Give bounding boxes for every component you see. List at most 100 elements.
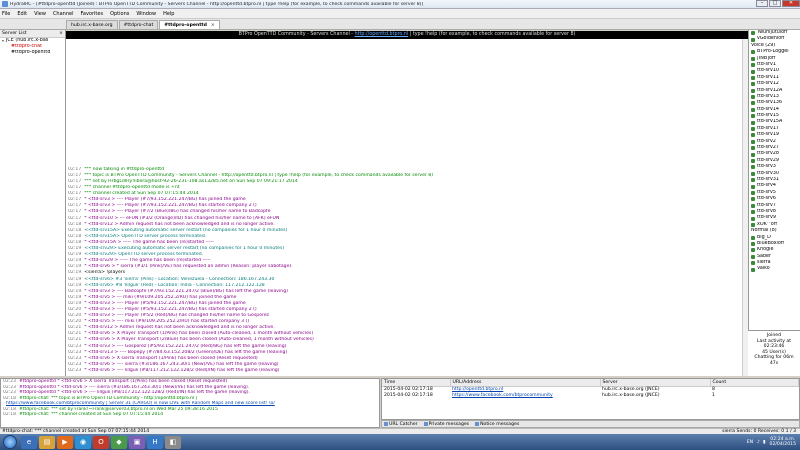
volume-icon[interactable]: ♪ <box>757 440 760 445</box>
user-icon <box>751 184 755 189</box>
network-icon[interactable]: ▮ <box>763 440 766 445</box>
timestamp: 02:21 <box>68 325 82 331</box>
app-gray-icon[interactable]: ◧ <box>165 435 181 449</box>
minimize-button[interactable]: – <box>756 0 768 7</box>
message-text: #ttdpro-openttd * <ttd-srv6 > ---- sierr… <box>18 384 250 390</box>
language-indicator[interactable]: EN <box>747 440 753 445</box>
timestamp: 02:18 <box>68 239 82 245</box>
message-text: * <ttd-srv6 > ---- lillguli (#8/117.212.… <box>84 367 280 373</box>
hydrairc-taskbar-icon[interactable]: H <box>147 435 163 449</box>
tab-notice-messages[interactable]: Notice messages <box>475 422 519 427</box>
server-tree-item[interactable]: #ttdpro-openttd <box>0 50 65 56</box>
chat-output[interactable]: 02:17 *** now talking in #ttdpro-openttd 0… <box>66 39 748 376</box>
timestamp: 02:17 <box>68 209 82 215</box>
timestamp: 02:23 <box>68 355 82 361</box>
timestamp: 02:17 <box>68 191 82 197</box>
message-text: <sierra> !players <box>84 270 126 276</box>
tab-url-catcher[interactable]: URL Catcher <box>384 422 418 427</box>
output-pane[interactable]: 02:23 #ttdpro-openttd * <ttd-srv6 > X sie… <box>0 378 380 428</box>
timestamp: 02:19 <box>68 264 82 270</box>
close-button[interactable]: ✕ <box>782 0 800 7</box>
timestamp: 02:17 <box>68 203 82 209</box>
message-text: * <ttd-srv3 > ---- Player (#7/93.152.221… <box>84 197 246 203</box>
message-text: * <ttd-srv6 > X Player Transport (2/Blue… <box>84 337 314 343</box>
message-text: <<ttd-srv15A> OpenTTD server process ter… <box>84 233 207 239</box>
menu-file[interactable]: File <box>2 11 10 17</box>
clock[interactable]: 02:24 a.m. 02/04/2015 <box>770 437 796 447</box>
timestamp: 02:18 <box>68 227 82 233</box>
timestamp: 02:20 <box>68 313 82 319</box>
tab-server[interactable]: hub.irc.x-base.org <box>66 20 118 29</box>
tab-ttdpro-chat[interactable]: #ttdpro-chat <box>118 20 159 29</box>
timestamp: 02:17 <box>68 185 82 191</box>
app-purple-icon[interactable]: ▣ <box>129 435 145 449</box>
timestamp: 02:19 <box>68 294 82 300</box>
col-count[interactable]: Count <box>710 379 799 387</box>
timestamp: 02:19 <box>68 270 82 276</box>
message-text: <<ttd-srv6> #8 'lillguli' (Red) - Locati… <box>84 282 265 288</box>
user-icon <box>751 203 755 208</box>
chat-line: 02:18 #ttdpro-chat: *** channel created a… <box>1 412 379 418</box>
col-url[interactable]: URL/Address <box>450 379 601 387</box>
url-cell-url[interactable]: https://www.facebook.com/btprocommunity <box>450 392 600 398</box>
message-text: * <ttd-srv29 > ----- The game has been (… <box>84 258 211 264</box>
user-list-item[interactable]: Valko <box>749 266 800 272</box>
url-catcher-panel: Time URL/Address Server Count 2015-04-02… <box>381 378 800 420</box>
menu-channel[interactable]: Channel <box>53 11 74 17</box>
chat-lines: 02:17 *** now talking in #ttdpro-openttd 0… <box>66 167 742 374</box>
timestamp: 02:19 <box>68 282 82 288</box>
timestamp: 02:18 <box>3 395 16 401</box>
timestamp: 02:17 <box>68 215 82 221</box>
menu-options[interactable]: Options <box>110 11 129 17</box>
close-panel-icon[interactable]: × <box>59 31 63 36</box>
topic-link[interactable]: http://openttd.btpro.nl <box>355 32 409 37</box>
message-text: *** channel #ttdpro-openttd mode is +nt <box>84 185 180 191</box>
menu-favorites[interactable]: Favorites <box>80 11 103 17</box>
timestamp: 02:18 <box>3 412 16 417</box>
timestamp: 02:17 <box>68 197 82 203</box>
message-text: #ttdpro-chat: *** channel created at Sun… <box>18 412 164 417</box>
timestamp: 02:23 <box>3 379 16 384</box>
tab-ttdpro-openttd[interactable]: #ttdpro-openttd × <box>159 20 220 29</box>
menu-help[interactable]: Help <box>163 11 174 17</box>
message-text: *** topic is BTPro OpenTTD Community - S… <box>84 172 433 178</box>
timestamp: 02:20 <box>68 319 82 325</box>
user-items: Twunijutuloff vGoldenloff Voice (29) BTPro-… <box>749 30 800 273</box>
timestamp: 02:23 <box>3 390 16 395</box>
message-text: #ttdpro-openttd * <ttd-srv6 > X sierra T… <box>18 379 228 384</box>
user-icon <box>751 127 755 132</box>
timestamp: 02:23 <box>68 367 82 373</box>
tab-private-messages[interactable]: Private messages <box>423 422 469 427</box>
message-text: <<ttd-srv6> #3 'sierra' (Pink) - Locatio… <box>84 276 275 282</box>
folder-icon[interactable]: ▤ <box>39 435 55 449</box>
message-text: * <ttd-srv3 > ---- Player (#5/93.152.221… <box>84 300 246 306</box>
url-cell-server: hub.irc.x-base.org (JNCE) <box>602 392 660 398</box>
user-list[interactable]: Twunijutuloff vGoldenloff Voice (29) BTPro-… <box>748 30 800 376</box>
ie-icon[interactable]: e <box>21 435 37 449</box>
user-icon <box>751 95 755 100</box>
panel-tabs: URL Catcher Private messages Notice mess… <box>381 420 800 428</box>
message-text: * <ttd-srv15A > ----- The game has been … <box>84 239 214 245</box>
menu-edit[interactable]: Edit <box>17 11 27 17</box>
close-tab-icon[interactable]: × <box>211 23 215 28</box>
user-icon <box>751 197 755 202</box>
url-table: Time URL/Address Server Count 2015-04-02… <box>382 379 799 398</box>
media-icon[interactable]: ▶ <box>57 435 73 449</box>
col-time[interactable]: Time <box>382 379 451 387</box>
timestamp: 02:19 <box>68 246 82 252</box>
timestamp: 02:18 <box>68 221 82 227</box>
taskbar: e ▤ ▶ ◉ O ◆ ▣ H ◧ EN ♪ ▮ 02:24 a.m. 02/0… <box>0 434 800 450</box>
app-green-icon[interactable]: ◆ <box>111 435 127 449</box>
url-row[interactable]: 2015-04-02 02:17:18 https://www.facebook.… <box>382 392 799 398</box>
col-server[interactable]: Server <box>600 379 711 387</box>
user-icon <box>751 114 755 119</box>
timestamp: 02:19 <box>68 288 82 294</box>
user-info-panel: Joined Last activity at 02:23:46 45 User(s)… <box>748 330 800 376</box>
start-button[interactable] <box>3 435 17 449</box>
user-icon <box>751 101 755 106</box>
maximize-button[interactable]: □ <box>769 0 781 7</box>
menu-window[interactable]: Window <box>136 11 156 17</box>
opera-icon[interactable]: O <box>93 435 109 449</box>
menu-view[interactable]: View <box>34 11 46 17</box>
chrome-icon[interactable]: ◉ <box>75 435 91 449</box>
